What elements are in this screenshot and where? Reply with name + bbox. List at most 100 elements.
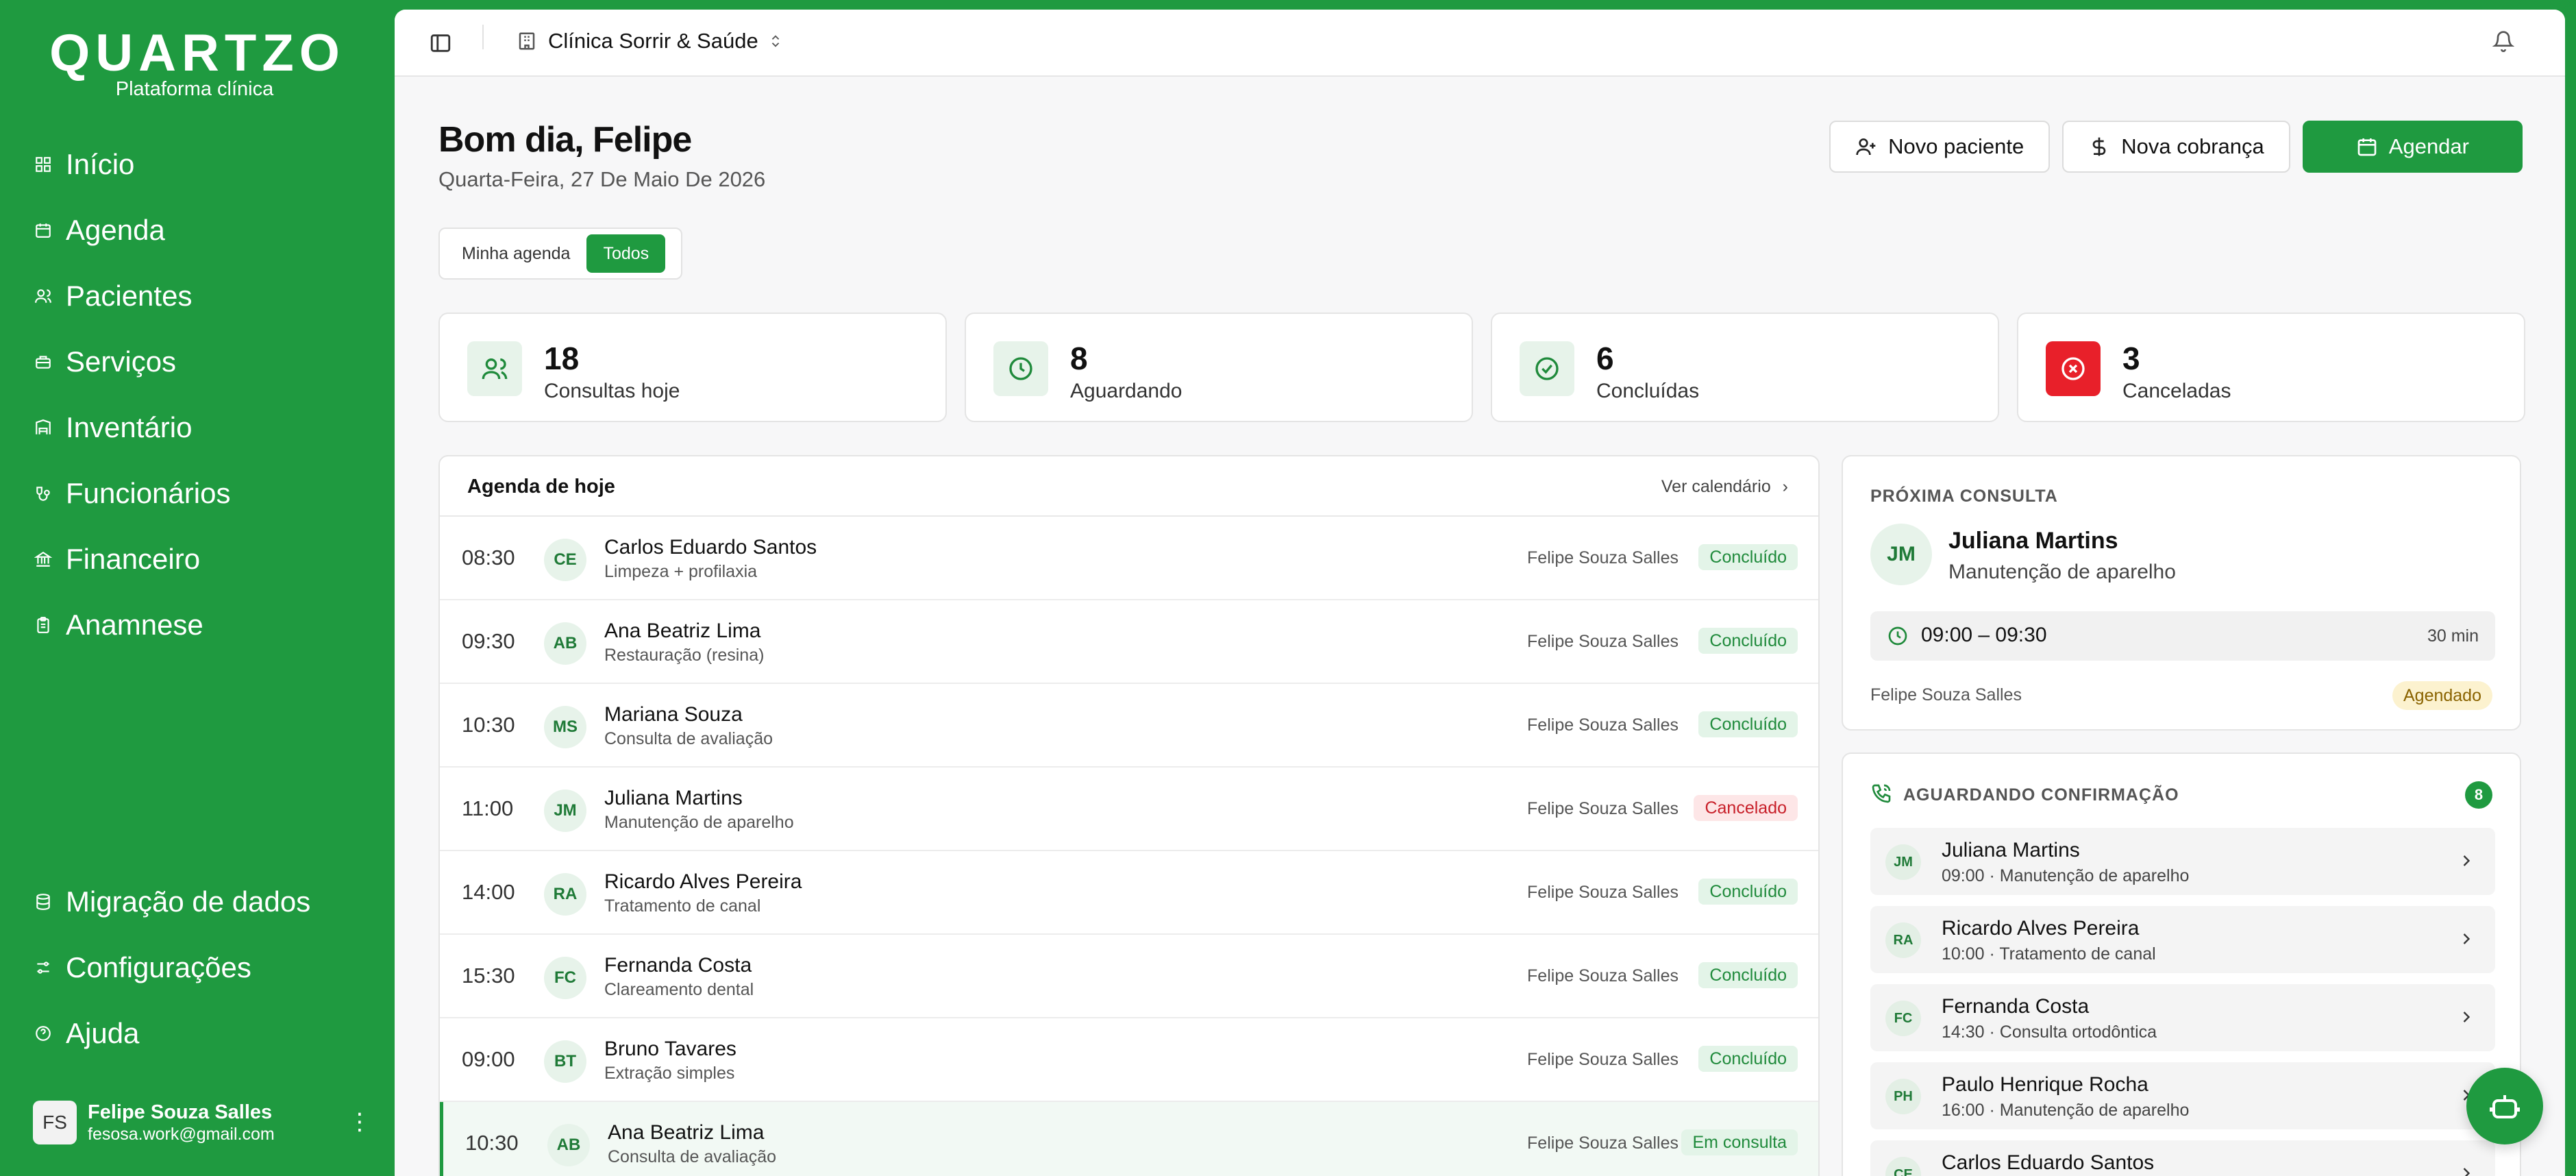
table-row[interactable]: 08:30 CE Carlos Eduardo Santos Limpeza + pr…: [440, 517, 1818, 600]
nav-item-migracao[interactable]: Migração de dados: [33, 869, 310, 935]
avatar: FC: [544, 957, 586, 999]
appointment-detail: 09:00 · Manutenção de aparelho: [1942, 866, 2190, 885]
today-agenda: Agenda de hoje Ver calendário › 08:30 CE C…: [438, 455, 1820, 1176]
procedure: Consulta de avaliação: [608, 1147, 776, 1166]
database-icon: [33, 892, 53, 912]
avatar: JM: [544, 789, 586, 832]
view-calendar-link[interactable]: Ver calendário ›: [1661, 477, 1788, 497]
list-item[interactable]: CE Carlos Eduardo Santos: [1870, 1140, 2495, 1176]
header-actions: Novo paciente Nova cobrança Agendar: [1829, 121, 2523, 173]
patient-name: Fernanda Costa: [1942, 995, 2090, 1018]
nav-item-anamnese[interactable]: Anamnese: [33, 592, 230, 658]
nav-item-agenda[interactable]: Agenda: [33, 197, 230, 263]
clinic-name: Clínica Sorrir & Saúde: [548, 29, 758, 53]
brand-logo[interactable]: QUARTZO: [0, 26, 395, 81]
procedure: Restauração (resina): [604, 646, 765, 665]
slot-time: 09:00 – 09:30: [1921, 624, 2047, 646]
next-procedure: Manutenção de aparelho: [1948, 561, 2176, 583]
procedure: Manutenção de aparelho: [604, 813, 794, 832]
nav-item-inventario[interactable]: Inventário: [33, 395, 230, 461]
schedule-button[interactable]: Agendar: [2302, 121, 2523, 173]
schedule-label: Agendar: [2388, 134, 2469, 158]
stat-label: Consultas hoje: [544, 380, 680, 402]
stat-card-canceladas: 3 Canceladas: [2017, 313, 2525, 422]
professional: Felipe Souza Salles: [1527, 883, 1679, 902]
brand-subtitle: Plataforma clínica: [115, 78, 274, 100]
user-profile[interactable]: FS Felipe Souza Salles fesosa.work@gmail…: [33, 1100, 371, 1145]
appointment-time: 11:00: [462, 796, 514, 820]
avatar: PH: [1885, 1079, 1921, 1114]
patient-name: Juliana Martins: [1942, 839, 2080, 861]
patient-name: Paulo Henrique Rocha: [1942, 1073, 2148, 1096]
procedure: Limpeza + profilaxia: [604, 562, 758, 581]
nav-item-financeiro[interactable]: Financeiro: [33, 526, 230, 592]
table-row[interactable]: 15:30 FC Fernanda Costa Clareamento dental F…: [440, 935, 1818, 1018]
table-row[interactable]: 11:00 JM Juliana Martins Manutenção de apar…: [440, 768, 1818, 851]
filter-all[interactable]: Todos: [586, 234, 666, 273]
check-circle-icon: [1520, 341, 1574, 396]
building-icon: [517, 31, 537, 51]
count-badge: 8: [2465, 781, 2492, 809]
table-row[interactable]: 10:30 AB Ana Beatriz Lima Consulta de avali…: [440, 1102, 1818, 1176]
stat-card-consultas: 18 Consultas hoje: [438, 313, 947, 422]
nav-item-servicos[interactable]: Serviços: [33, 329, 230, 395]
appointment-time: 09:30: [462, 629, 515, 653]
next-appointment-card[interactable]: PRÓXIMA CONSULTA JM Juliana Martins Manu…: [1842, 455, 2521, 731]
stat-value: 3: [2122, 341, 2140, 376]
slot-duration: 30 min: [2427, 626, 2479, 646]
new-charge-button[interactable]: Nova cobrança: [2062, 121, 2290, 173]
topbar: Clínica Sorrir & Saúde: [395, 10, 2565, 77]
clinic-selector[interactable]: Clínica Sorrir & Saúde: [517, 29, 783, 53]
procedure: Clareamento dental: [604, 980, 754, 999]
staff-icon: [33, 483, 53, 504]
table-row[interactable]: 14:00 RA Ricardo Alves Pereira Tratamento d…: [440, 851, 1818, 935]
nav-label: Pacientes: [66, 280, 193, 312]
nav-label: Financeiro: [66, 543, 201, 575]
avatar: CE: [544, 539, 586, 581]
table-row[interactable]: 09:30 AB Ana Beatriz Lima Restauração (resi…: [440, 600, 1818, 684]
procedure: Tratamento de canal: [604, 896, 761, 916]
patient-name: Ricardo Alves Pereira: [1942, 917, 2140, 940]
list-item[interactable]: RA Ricardo Alves Pereira 10:00 · Tratament…: [1870, 906, 2495, 973]
filter-my-agenda[interactable]: Minha agenda: [445, 234, 586, 273]
status-badge: Concluído: [1698, 1046, 1798, 1072]
appointment-time: 10:30: [462, 713, 515, 737]
table-row[interactable]: 09:00 BT Bruno Tavares Extração simples Feli…: [440, 1018, 1818, 1102]
bottom-nav: Migração de dados Configurações Ajuda: [33, 869, 310, 1066]
professional: Felipe Souza Salles: [1527, 715, 1679, 735]
nav-item-ajuda[interactable]: Ajuda: [33, 1001, 310, 1066]
sidebar: QUARTZO Plataforma clínica Início Agenda…: [0, 0, 395, 1176]
stat-value: 8: [1070, 341, 1088, 376]
stat-card-aguardando: 8 Aguardando: [965, 313, 1473, 422]
patient-name: Carlos Eduardo Santos: [604, 536, 817, 559]
grid-icon: [33, 154, 53, 175]
patient-name: Ana Beatriz Lima: [604, 620, 761, 642]
status-badge: Concluído: [1698, 962, 1798, 988]
nav-item-funcionarios[interactable]: Funcionários: [33, 461, 230, 526]
awaiting-confirmation-card: AGUARDANDO CONFIRMAÇÃO 8 JM Juliana Marti…: [1842, 752, 2521, 1176]
list-item[interactable]: PH Paulo Henrique Rocha 16:00 · Manutenção…: [1870, 1062, 2495, 1129]
avatar: AB: [547, 1124, 590, 1166]
nav-item-configuracoes[interactable]: Configurações: [33, 935, 310, 1001]
sidebar-toggle-icon[interactable]: [429, 32, 452, 55]
professional: Felipe Souza Salles: [1527, 548, 1679, 567]
nav-item-pacientes[interactable]: Pacientes: [33, 263, 230, 329]
more-vertical-icon[interactable]: ⋮: [348, 1108, 371, 1136]
chevron-right-icon: [2457, 929, 2476, 948]
agenda-list: 08:30 CE Carlos Eduardo Santos Limpeza + pr…: [440, 517, 1818, 1176]
patient-name: Bruno Tavares: [604, 1038, 736, 1060]
chevron-right-icon: [2457, 1007, 2476, 1027]
list-item[interactable]: FC Fernanda Costa 14:30 · Consulta ortodôn…: [1870, 984, 2495, 1051]
new-patient-button[interactable]: Novo paciente: [1829, 121, 2051, 173]
current-date: Quarta-Feira, 27 De Maio De 2026: [438, 167, 766, 191]
list-item[interactable]: JM Juliana Martins 09:00 · Manutenção de a…: [1870, 828, 2495, 895]
phone-icon: [1870, 783, 1892, 805]
professional: Felipe Souza Salles: [1527, 799, 1679, 818]
divider: [482, 25, 484, 49]
bell-icon[interactable]: [2492, 30, 2517, 55]
nav-item-inicio[interactable]: Início: [33, 132, 230, 197]
assistant-bot-button[interactable]: [2466, 1068, 2543, 1144]
professional: Felipe Souza Salles: [1527, 632, 1679, 651]
table-row[interactable]: 10:30 MS Mariana Souza Consulta de avaliaçã…: [440, 684, 1818, 768]
avatar: RA: [544, 873, 586, 916]
